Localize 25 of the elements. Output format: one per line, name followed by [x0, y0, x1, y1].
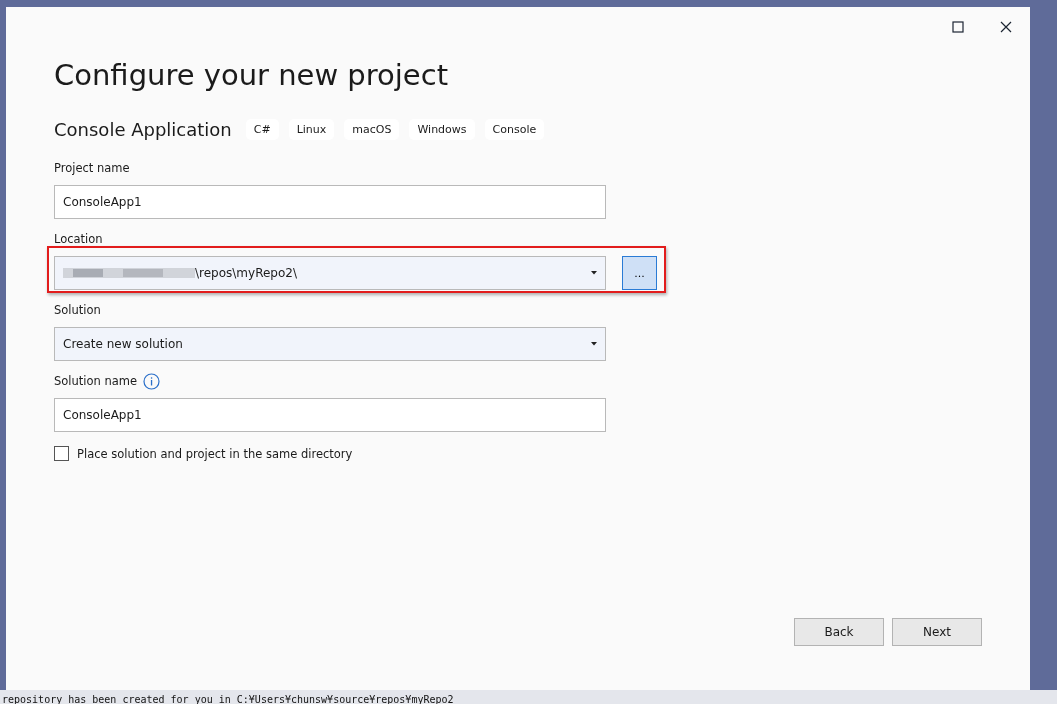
field-label: Project name	[54, 161, 130, 175]
field-label: Solution name	[54, 374, 138, 388]
close-icon[interactable]	[1000, 21, 1012, 33]
next-button[interactable]: Next	[892, 618, 982, 646]
checkbox-label: Place solution and project in the same directory	[77, 446, 353, 461]
tag: Linux	[288, 119, 335, 140]
tag: Windows	[409, 119, 475, 140]
tag: Console	[484, 119, 545, 140]
dropdown-field[interactable]: Create new solution	[54, 327, 606, 361]
tag: macOS	[344, 119, 400, 140]
checkbox[interactable]	[54, 446, 69, 461]
field-label: Solution	[54, 303, 101, 317]
back-button[interactable]: Back	[794, 618, 884, 646]
browse-button[interactable]: ...	[622, 256, 657, 290]
template-name: Console Application	[54, 119, 232, 140]
info-icon[interactable]	[143, 372, 161, 390]
dialog-title: Configure your new project	[54, 57, 449, 94]
caret-icon	[591, 342, 597, 346]
caret-icon	[591, 271, 597, 275]
location-field[interactable]: \repos\myRepo2\	[54, 256, 606, 290]
field-label: Location	[54, 232, 103, 246]
text-field[interactable]: ConsoleApp1	[54, 398, 606, 432]
tag: C#	[245, 119, 279, 140]
maximize-icon[interactable]	[952, 21, 964, 33]
text-field[interactable]: ConsoleApp1	[54, 185, 606, 219]
